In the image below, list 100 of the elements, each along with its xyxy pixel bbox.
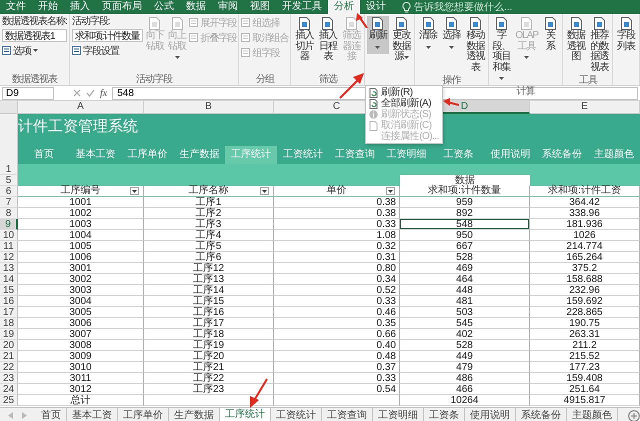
table-cell: 464	[400, 274, 530, 285]
table-cell: 3003	[18, 285, 144, 296]
column-header[interactable]: B	[144, 101, 274, 114]
sheet-tab[interactable]: 系统备份	[516, 408, 567, 421]
ribbon-tab[interactable]: 设计	[360, 0, 392, 14]
filter-button[interactable]	[386, 187, 395, 195]
ribbon-tab[interactable]: 分析	[328, 0, 360, 14]
input-field[interactable]: 求和项:计件数量	[72, 29, 143, 42]
right-arrow-icon[interactable]	[22, 412, 28, 419]
table-cell: 1005	[18, 241, 144, 252]
table-cell: 449	[400, 351, 530, 362]
ribbon-button[interactable]: 字段设置	[72, 44, 143, 57]
table-cell: 892	[400, 208, 530, 219]
select-all-button[interactable]	[0, 101, 18, 114]
ribbon-tab[interactable]: 公式	[148, 0, 180, 14]
table-cell: 528	[400, 252, 530, 263]
ribbon-tab[interactable]: 数据	[180, 0, 212, 14]
table-cell: 工序5	[144, 241, 274, 252]
ribbon-button[interactable]: 选择	[440, 16, 462, 54]
row-header-blank	[0, 114, 18, 164]
ribbon-tab[interactable]: 页面布局	[96, 0, 148, 14]
row-number: 14	[0, 274, 18, 285]
sheet-tab[interactable]: 基本工资	[67, 408, 118, 421]
sheet-tab[interactable]: 工序统计	[220, 408, 271, 421]
column-header[interactable]: A	[18, 101, 144, 114]
ribbon-button[interactable]: 选项	[2, 44, 67, 57]
table-cell: 工序17	[144, 318, 274, 329]
input-field[interactable]: 数据透视表1	[2, 29, 67, 42]
caret-icon	[499, 77, 504, 80]
ribbon-button[interactable]: 字段、项目和集	[491, 16, 512, 86]
ribbon-tab[interactable]: 文件	[0, 0, 32, 14]
table-cell: 10264	[400, 395, 530, 406]
sheet-tab[interactable]: 工资统计	[271, 408, 322, 421]
column-header[interactable]: E	[530, 101, 640, 114]
ribbon-button[interactable]: 更改数据源	[390, 16, 412, 64]
filter-button[interactable]	[260, 187, 269, 195]
table-cell: 4915.817	[530, 395, 640, 406]
refresh-icon	[369, 88, 378, 98]
sheet-tab[interactable]: 工资明细	[373, 408, 424, 421]
table-cell: 503	[400, 307, 530, 318]
ribbon-button[interactable]: 字段列表	[615, 16, 638, 54]
row-number: 10	[0, 230, 18, 241]
caret-icon	[524, 56, 530, 59]
row-number: 16	[0, 296, 18, 307]
table-cell: 1006	[18, 252, 144, 263]
table-cell: 402	[400, 329, 530, 340]
ribbon-button[interactable]: 插入日程表	[317, 16, 339, 64]
ribbon-button[interactable]: 插入切片器	[293, 16, 316, 64]
ribbon-tab[interactable]: 视图	[244, 0, 276, 14]
ribbon-tab[interactable]: 插入	[64, 0, 96, 14]
table-cell: 工序2	[144, 208, 274, 219]
row-number: 8	[0, 208, 18, 219]
table-cell: 工序14	[144, 285, 274, 296]
ribbon-tab[interactable]: 审阅	[212, 0, 244, 14]
sheet-tab[interactable]: 工资条	[424, 408, 465, 421]
ribbon-button[interactable]: 刷新	[367, 16, 389, 54]
sheet-tab[interactable]: 首页	[36, 408, 67, 421]
ribbon-button[interactable]: 推荐的数据透视表	[588, 16, 610, 75]
sheet-tab[interactable]: 工资查询	[322, 408, 373, 421]
table-cell: 0.37	[274, 362, 400, 373]
sheet-tab[interactable]: 主题颜色	[567, 408, 618, 421]
table-cell: 1026	[530, 230, 640, 241]
table-cell: 466	[400, 384, 530, 395]
cancel-icon[interactable]	[73, 89, 81, 97]
group-label: 数据透视表	[10, 74, 58, 85]
row-number: 11	[0, 241, 18, 252]
table-cell: 211.2	[530, 340, 640, 351]
check-icon[interactable]	[86, 89, 95, 97]
table-cell: 工序18	[144, 329, 274, 340]
table-cell: 0.38	[274, 197, 400, 208]
table-cell: 3011	[18, 373, 144, 384]
table-cell: 工序4	[144, 230, 274, 241]
insert-function-button[interactable]: fx	[100, 88, 108, 98]
menu-item[interactable]: 刷新(R)	[366, 87, 442, 98]
ribbon-button[interactable]: 关系	[540, 16, 560, 54]
table-cell: 0.46	[274, 307, 400, 318]
row-number: 7	[0, 197, 18, 208]
table-cell: 0.52	[274, 285, 400, 296]
table-cell: 950	[400, 230, 530, 241]
ribbon-button[interactable]: 数据透视图	[565, 16, 587, 64]
group-label: 计算	[516, 86, 536, 96]
table-cell: 3007	[18, 329, 144, 340]
tell-me-field[interactable]: 告诉我您想要做什么...	[414, 2, 534, 12]
sheet-tab[interactable]: 使用说明	[465, 408, 516, 421]
row-number: 21	[0, 351, 18, 362]
ribbon-tab[interactable]: 开发工具	[276, 0, 328, 14]
ribbon-tab[interactable]: 开始	[32, 0, 64, 14]
table-cell: 工序6	[144, 252, 274, 263]
ribbon-button[interactable]: 清除	[417, 16, 439, 54]
add-sheet-button[interactable]	[628, 410, 640, 421]
ribbon-button[interactable]: 移动数据透视表	[464, 16, 486, 75]
filter-button[interactable]	[130, 187, 139, 195]
refresh-icon	[369, 98, 378, 108]
name-box[interactable]: D9	[2, 86, 54, 100]
table-cell: 158.688	[530, 274, 640, 285]
row-number: 23	[0, 373, 18, 384]
sheet-tab[interactable]: 工序单价	[118, 408, 169, 421]
table-cell: 3005	[18, 307, 144, 318]
left-arrow-icon[interactable]	[8, 412, 14, 419]
table-cell: 159.408	[530, 373, 640, 384]
